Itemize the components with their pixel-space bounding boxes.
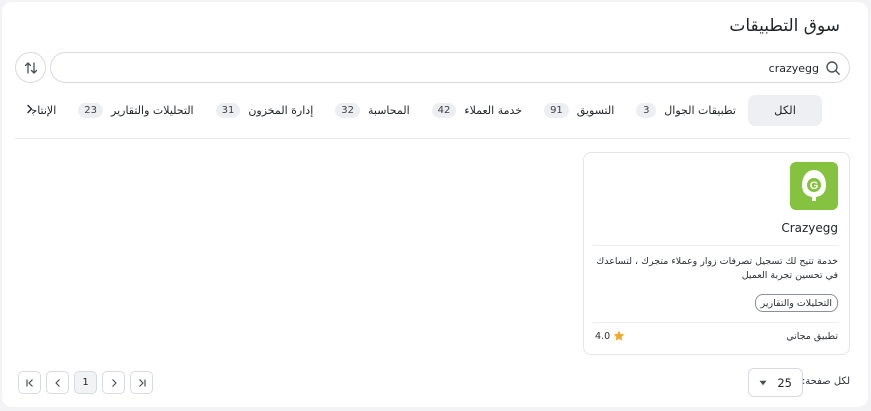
category-tabs: الكل تطبيقات الجوال 3 التسويق 91 خدمة ال… bbox=[32, 94, 822, 126]
app-logo: G bbox=[790, 162, 838, 210]
tab-mobile-apps[interactable]: تطبيقات الجوال 3 bbox=[636, 95, 736, 126]
sort-arrows-icon bbox=[24, 61, 37, 74]
per-page-value: 25 bbox=[777, 376, 792, 390]
card-divider bbox=[593, 245, 838, 246]
pagination: 1 bbox=[18, 371, 153, 394]
divider bbox=[15, 138, 850, 139]
tab-count-badge: 31 bbox=[215, 102, 241, 118]
app-card[interactable]: G Crazyegg خدمة تتيح لك تسجيل تصرفات زوا… bbox=[583, 152, 850, 355]
search-input[interactable] bbox=[79, 58, 819, 78]
tab-label: التحليلات والتقارير bbox=[111, 103, 194, 117]
tab-count-badge: 3 bbox=[636, 102, 657, 118]
caret-down-icon bbox=[759, 380, 767, 386]
page-title: سوق التطبيقات bbox=[729, 16, 840, 36]
tab-label: التسويق bbox=[576, 103, 615, 117]
tabs-scroll-next-button[interactable] bbox=[22, 101, 38, 117]
category-tag: التحليلات والتقارير bbox=[754, 294, 838, 312]
tab-label: المحاسبة bbox=[368, 103, 410, 117]
page-number-button[interactable]: 1 bbox=[74, 371, 97, 394]
tab-label: إدارة المخزون bbox=[248, 103, 314, 117]
last-page-button[interactable] bbox=[130, 371, 153, 394]
marketplace-panel: سوق التطبيقات الكل تطبيقات الجوال 3 التس… bbox=[2, 2, 868, 407]
tab-marketing[interactable]: التسويق 91 bbox=[544, 95, 614, 126]
tab-count-badge: 23 bbox=[78, 102, 103, 118]
star-icon bbox=[613, 330, 625, 341]
tab-label: خدمة العملاء bbox=[464, 103, 523, 117]
tab-count-badge: 32 bbox=[335, 102, 360, 118]
svg-text:G: G bbox=[810, 180, 819, 192]
prev-page-button[interactable] bbox=[46, 371, 69, 394]
first-page-button[interactable] bbox=[18, 371, 41, 394]
search-box[interactable] bbox=[50, 52, 850, 83]
sort-button[interactable] bbox=[15, 52, 46, 83]
tab-customer-service[interactable]: خدمة العملاء 42 bbox=[431, 95, 523, 126]
card-divider bbox=[593, 322, 838, 323]
search-icon bbox=[826, 61, 840, 75]
chevron-right-icon bbox=[111, 378, 117, 387]
chevron-right-icon bbox=[27, 104, 33, 114]
per-page-label: لكل صفحة: bbox=[801, 376, 850, 387]
tab-all[interactable]: الكل bbox=[748, 94, 822, 126]
tab-label: تطبيقات الجوال bbox=[664, 103, 736, 117]
first-page-icon bbox=[25, 378, 33, 387]
tab-count-badge: 91 bbox=[544, 102, 569, 118]
per-page-select[interactable]: 25 bbox=[748, 368, 803, 397]
last-page-icon bbox=[138, 378, 146, 387]
app-description: خدمة تتيح لك تسجيل تصرفات زوار وعملاء مت… bbox=[596, 256, 838, 281]
next-page-button[interactable] bbox=[102, 371, 125, 394]
app-price: تطبيق مجاني bbox=[786, 331, 838, 342]
app-rating: 4.0 bbox=[595, 330, 625, 342]
crazyegg-logo-icon: G bbox=[802, 170, 826, 201]
tab-accounting[interactable]: المحاسبة 32 bbox=[335, 95, 410, 126]
tab-inventory[interactable]: إدارة المخزون 31 bbox=[215, 95, 314, 126]
tab-count-badge: 42 bbox=[431, 102, 457, 118]
chevron-left-icon bbox=[54, 378, 60, 387]
tab-analytics[interactable]: التحليلات والتقارير 23 bbox=[78, 95, 194, 126]
rating-value: 4.0 bbox=[595, 330, 611, 342]
app-name: Crazyegg bbox=[781, 221, 838, 235]
